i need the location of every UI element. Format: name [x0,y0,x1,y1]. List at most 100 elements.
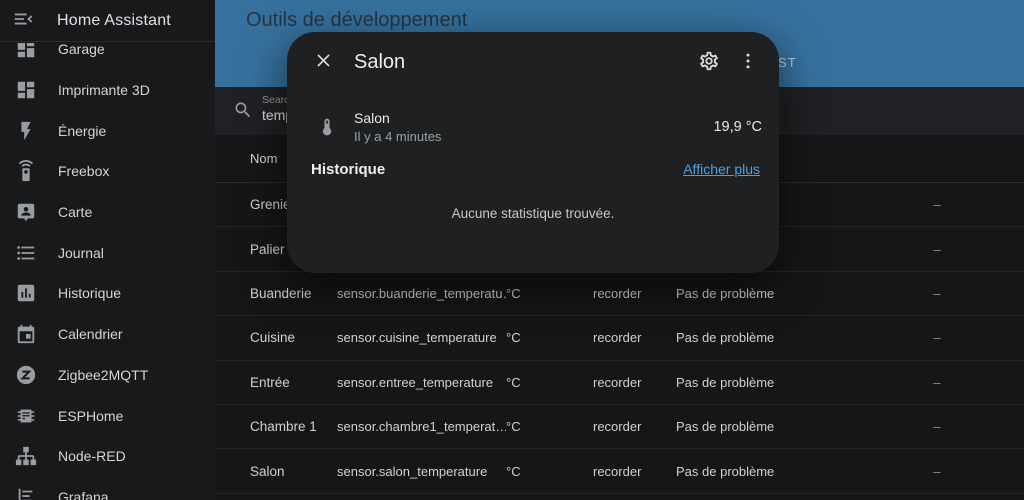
cell-entity: sensor.chambre1_temperat… [337,419,506,435]
cell-name: Buanderie [250,285,312,301]
cell-action: – [933,241,941,257]
entity-dialog: Salon Salon Il y a 4 minutes 19,9 °C His… [287,32,779,273]
cell-name: Salon [250,463,285,479]
sidebar-item-imprimante-3d[interactable]: Imprimante 3D [0,70,215,111]
sidebar-item-node-red[interactable]: Node-RED [0,436,215,477]
table-row[interactable]: Cuisine sensor.cuisine_temperature °C re… [215,316,1024,361]
cell-unit: °C [506,463,521,479]
cell-action: – [933,463,941,479]
sitemap-icon [14,444,38,468]
close-button[interactable] [303,42,343,82]
tab-fragment[interactable]: ST [778,55,797,70]
dialog-title: Salon [354,50,406,73]
entity-name: Salon [354,110,390,126]
cell-name: Entrée [250,374,290,390]
close-icon [314,51,333,73]
cell-unit: °C [506,330,521,346]
chip-icon [14,404,38,428]
sidebar-item-label: Énergie [58,122,107,139]
cell-name: Chambre 1 [250,419,317,435]
cell-issue: Pas de problème [676,419,775,435]
app-root: Home Assistant Garage Imprimante 3D Éner… [0,0,1024,500]
sidebar-item-zigbee2mqtt[interactable]: Zigbee2MQTT [0,355,215,396]
sidebar-item-carte[interactable]: Carte [0,192,215,233]
history-section-header: Historique Afficher plus [311,161,760,178]
cell-unit: °C [506,374,521,390]
cell-source: recorder [593,419,642,435]
cell-issue: Pas de problème [676,374,775,390]
search-icon [233,100,253,120]
cell-issue: Pas de problème [676,463,775,479]
sidebar-item-label: Carte [58,204,93,221]
sidebar-item-freebox[interactable]: Freebox [0,151,215,192]
sidebar-header: Home Assistant [0,0,215,42]
cell-unit: °C [506,419,521,435]
cell-issue: Pas de problème [676,285,775,301]
sidebar-item-label: Freebox [58,163,110,180]
cell-entity: sensor.buanderie_temperatu… [337,285,506,301]
menu-open-icon [12,8,34,33]
settings-button[interactable] [687,42,731,82]
sidebar-item-grafana[interactable]: Grafana [0,477,215,500]
sidebar: Home Assistant Garage Imprimante 3D Éner… [0,0,215,500]
sidebar-item-calendrier[interactable]: Calendrier [0,314,215,355]
show-more-link[interactable]: Afficher plus [683,161,760,177]
cell-action: – [933,330,941,346]
table-row[interactable]: Buanderie sensor.buanderie_temperatu… °C… [215,272,1024,317]
cell-source: recorder [593,285,642,301]
app-title: Home Assistant [57,11,171,29]
menu-toggle-button[interactable] [0,0,46,42]
cell-source: recorder [593,463,642,479]
cell-source: recorder [593,374,642,390]
sidebar-item-label: Journal [58,244,104,261]
sidebar-item-label: Imprimante 3D [58,82,150,99]
cell-entity: sensor.cuisine_temperature [337,330,497,346]
more-menu-button[interactable] [731,42,765,82]
cell-action: – [933,419,941,435]
chart-box-icon [14,281,38,305]
dots-vertical-icon [738,51,758,74]
sidebar-item-label: Node-RED [58,448,126,465]
sidebar-item-energie[interactable]: Énergie [0,110,215,151]
table-row[interactable]: Entrée sensor.entree_temperature °C reco… [215,361,1024,405]
zigbee-icon [14,363,38,387]
sidebar-item-historique[interactable]: Historique [0,273,215,314]
sidebar-item-garage[interactable]: Garage [0,43,215,70]
sidebar-nav: Garage Imprimante 3D Énergie Freebox Car… [0,43,215,500]
list-icon [14,241,38,265]
sidebar-item-label: Calendrier [58,326,123,343]
table-row[interactable]: Chambre 1 sensor.chambre1_temperat… °C r… [215,405,1024,450]
page-title: Outils de développement [246,9,468,31]
cell-action: – [933,285,941,301]
gear-icon [698,50,720,75]
cell-entity: sensor.entree_temperature [337,374,494,390]
cell-action: – [933,374,941,390]
thermometer-icon [317,116,337,138]
history-heading: Historique [311,161,386,178]
table-row[interactable]: Salon sensor.salon_temperature °C record… [215,449,1024,494]
dialog-header: Salon [287,32,779,92]
sidebar-item-label: Grafana [58,488,109,500]
sidebar-item-label: ESPHome [58,407,124,424]
dashboard-icon [14,78,38,102]
entity-state-row[interactable]: Salon Il y a 4 minutes 19,9 °C [317,110,762,144]
sidebar-item-label: Zigbee2MQTT [58,366,149,383]
entity-last-updated: Il y a 4 minutes [354,129,442,144]
cell-unit: °C [506,285,521,301]
cell-action: – [933,197,941,213]
grafana-icon [14,485,38,500]
cell-name: Cuisine [250,330,296,346]
sidebar-item-journal[interactable]: Journal [0,232,215,273]
calendar-icon [14,322,38,346]
entity-state-value: 19,9 °C [713,119,762,135]
sidebar-item-label: Garage [58,43,105,58]
history-empty-message: Aucune statistique trouvée. [451,206,615,221]
account-badge-icon [14,200,38,224]
dashboard-icon [14,43,38,61]
cell-entity: sensor.salon_temperature [337,463,488,479]
remote-icon [14,159,38,183]
sidebar-item-esphome[interactable]: ESPHome [0,395,215,436]
sidebar-item-label: Historique [58,285,122,302]
cell-issue: Pas de problème [676,330,775,346]
entity-text: Salon Il y a 4 minutes [354,110,441,144]
